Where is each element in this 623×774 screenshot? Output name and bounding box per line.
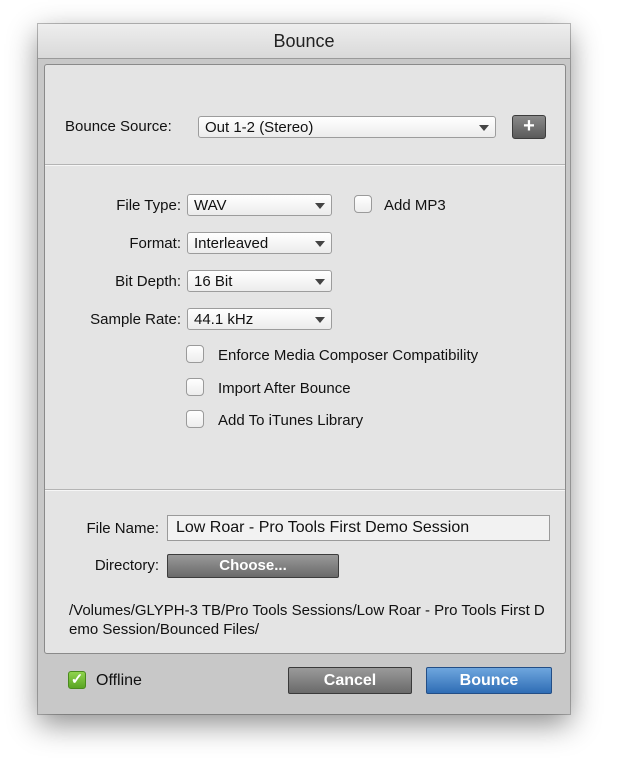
bounce-dialog: Bounce Bounce Source: Out 1-2 (Stereo) +… [38, 24, 570, 714]
file-name-label: File Name: [86, 520, 159, 537]
file-type-value: WAV [194, 197, 227, 214]
enforce-compatibility-label: Enforce Media Composer Compatibility [218, 347, 479, 364]
offline-checkbox[interactable]: ✓ [68, 671, 86, 689]
sample-rate-label: Sample Rate: [90, 311, 181, 328]
directory-path: /Volumes/GLYPH-3 TB/Pro Tools Sessions/L… [69, 602, 545, 638]
format-select[interactable]: Interleaved [187, 232, 332, 254]
bit-depth-value: 16 Bit [194, 273, 233, 290]
chevron-down-icon [315, 203, 325, 209]
file-type-label: File Type: [116, 197, 181, 214]
import-after-bounce-label: Import After Bounce [218, 380, 351, 397]
checkmark-icon: ✓ [70, 671, 84, 688]
chevron-down-icon [479, 125, 489, 131]
chevron-down-icon [315, 317, 325, 323]
bounce-source-label: Bounce Source: [65, 118, 172, 135]
bit-depth-select[interactable]: 16 Bit [187, 270, 332, 292]
bounce-source-value: Out 1-2 (Stereo) [205, 119, 314, 136]
format-value: Interleaved [194, 235, 269, 252]
sample-rate-select[interactable]: 44.1 kHz [187, 308, 332, 330]
divider [45, 489, 565, 491]
sample-rate-value: 44.1 kHz [194, 311, 254, 328]
bit-depth-label: Bit Depth: [115, 273, 181, 290]
enforce-compatibility-checkbox[interactable] [186, 345, 204, 363]
file-name-input[interactable]: Low Roar - Pro Tools First Demo Session [167, 515, 550, 541]
bounce-settings-panel: Bounce Source: Out 1-2 (Stereo) + File T… [44, 64, 566, 654]
add-mp3-label: Add MP3 [384, 197, 446, 214]
add-mp3-checkbox[interactable] [354, 195, 372, 213]
bounce-button[interactable]: Bounce [426, 667, 552, 694]
add-to-itunes-label: Add To iTunes Library [218, 412, 364, 429]
divider [45, 164, 565, 166]
format-label: Format: [129, 235, 181, 252]
file-type-select[interactable]: WAV [187, 194, 332, 216]
window-title: Bounce [38, 24, 570, 59]
choose-directory-button[interactable]: Choose... [167, 554, 339, 578]
import-after-bounce-checkbox[interactable] [186, 378, 204, 396]
cancel-button[interactable]: Cancel [288, 667, 412, 694]
add-to-itunes-checkbox[interactable] [186, 410, 204, 428]
directory-label: Directory: [94, 557, 159, 574]
bounce-source-select[interactable]: Out 1-2 (Stereo) [198, 116, 496, 138]
offline-label: Offline [96, 672, 142, 689]
chevron-down-icon [315, 279, 325, 285]
add-source-button[interactable]: + [512, 115, 546, 139]
chevron-down-icon [315, 241, 325, 247]
